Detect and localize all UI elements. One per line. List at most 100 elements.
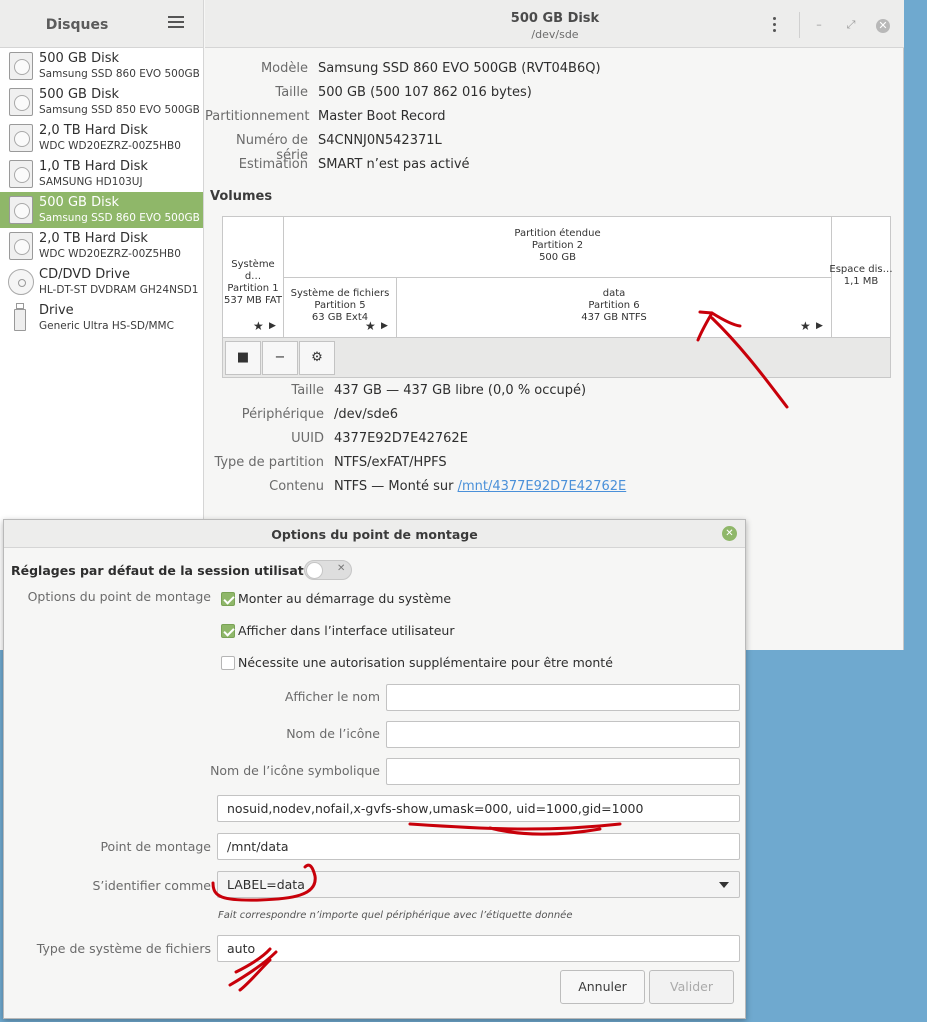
fs-type-label: Type de système de fichiers [36,941,211,956]
symbolic-icon-label: Nom de l’icône symbolique [210,763,380,778]
hard-disk-icon [9,160,33,188]
dialog-header: Options du point de montage ✕ [4,520,745,548]
volume-toolbar: ■ − ⚙ [223,337,890,377]
disk-model: WDC WD20EZRZ-00Z5HB0 [39,140,181,152]
disk-name: 2,0 TB Hard Disk [39,231,148,246]
device-value: /dev/sde6 [334,407,398,422]
partitioning-label: Partitionnement [205,109,310,124]
disk-model: WDC WD20EZRZ-00Z5HB0 [39,248,181,260]
model-label: Modèle [260,61,308,76]
partition-type-label: Type de partition [214,455,324,470]
contents-prefix: NTFS — Monté sur [334,479,458,494]
free-space-label: Espace dis… [829,264,893,275]
free-space-size: 1,1 MB [843,276,879,287]
partition-size: 500 GB [539,252,576,263]
partition-extended[interactable]: Partition étendue Partition 2 500 GB [284,228,831,264]
hamburger-menu-icon[interactable] [168,16,184,30]
sidebar-item-disk-1[interactable]: 500 GB Disk Samsung SSD 860 EVO 500GB [0,48,203,84]
dialog-close-icon[interactable]: ✕ [722,526,737,541]
model-value: Samsung SSD 860 EVO 500GB (RVT04B6Q) [318,61,601,76]
partition-size: 437 GB NTFS [581,312,647,323]
partition-1[interactable]: Système d… Partition 1 537 MB FAT [223,259,283,307]
startup-checkbox[interactable] [221,592,235,606]
kebab-menu-icon[interactable] [767,17,781,35]
disk-model: HL-DT-ST DVDRAM GH24NSD1 [39,284,199,296]
display-name-label: Afficher le nom [284,689,380,704]
partition-type: Système de fichiers [290,288,390,299]
identify-as-select[interactable]: LABEL=data [217,871,740,898]
star-icon: ★ [800,319,811,333]
close-button[interactable]: ✕ [876,19,890,33]
partition-5[interactable]: Système de fichiers Partition 5 63 GB Ex… [284,288,396,324]
divider [284,277,831,278]
sidebar-item-optical-drive[interactable]: CD/DVD Drive HL-DT-ST DVDRAM GH24NSD1 [0,264,203,300]
disk-name: CD/DVD Drive [39,267,130,282]
mount-options-input[interactable]: nosuid,nodev,nofail,x-gvfs-show,umask=00… [217,795,740,822]
partition-options-gear-icon[interactable]: ⚙ [299,341,335,375]
partition-number: Partition 6 [588,300,640,311]
disk-icon [9,88,33,116]
show-in-ui-checkbox[interactable] [221,624,235,638]
volumes-map: Système d… Partition 1 537 MB FAT ★ ▶ Pa… [222,216,893,378]
display-name-input[interactable] [386,684,740,711]
serial-value: S4CNNJ0N542371L [318,133,442,148]
toggle-off-icon: ✕ [337,563,346,574]
disk-icon [9,52,33,80]
mount-path-link[interactable]: /mnt/4377E92D7E42762E [458,479,627,494]
usb-drive-icon [14,303,26,333]
chevron-down-icon [719,882,729,888]
disk-model: Samsung SSD 850 EVO 500GB [39,104,200,116]
cancel-button[interactable]: Annuler [560,970,645,1004]
sidebar-header: Disques [0,0,203,48]
contents-value: NTFS — Monté sur /mnt/4377E92D7E42762E [334,479,626,494]
session-defaults-toggle[interactable]: ✕ [304,560,352,580]
icon-name-input[interactable] [386,721,740,748]
disk-name: 500 GB Disk [39,195,119,210]
minimize-button[interactable]: – [812,18,826,32]
assessment-value: SMART n’est pas activé [318,157,470,172]
star-icon: ★ [365,319,376,333]
hard-disk-icon [9,232,33,260]
sidebar-item-disk-5[interactable]: 500 GB Disk Samsung SSD 860 EVO 500GB [0,192,203,228]
part-size-label: Taille [291,383,324,398]
require-auth-checkbox[interactable] [221,656,235,670]
disk-name: 500 GB Disk [39,87,119,102]
partition-size: 63 GB Ext4 [311,312,369,323]
sidebar-item-disk-6[interactable]: 2,0 TB Hard Disk WDC WD20EZRZ-00Z5HB0 [0,228,203,264]
header-bar: 500 GB Disk /dev/sde – ⤢ ✕ [205,0,904,48]
partition-type-value: NTFS/exFAT/HPFS [334,455,447,470]
partition-number: Partition 2 [531,240,584,251]
sidebar-item-disk-3[interactable]: 2,0 TB Hard Disk WDC WD20EZRZ-00Z5HB0 [0,120,203,156]
toggle-knob [306,562,323,579]
play-icon: ▶ [816,321,823,331]
sidebar-item-card-reader[interactable]: Drive Generic Ultra HS-SD/MMC [0,300,203,336]
free-space[interactable]: Espace dis… 1,1 MB [829,264,893,288]
delete-partition-button[interactable]: − [262,341,298,375]
disk-name: 2,0 TB Hard Disk [39,123,148,138]
uuid-value: 4377E92D7E42762E [334,431,468,446]
session-defaults-label: Réglages par défaut de la session utilis… [11,563,328,578]
partition-label: data [602,288,626,299]
maximize-button[interactable]: ⤢ [844,18,858,32]
identify-hint: Fait correspondre n’importe quel périphé… [218,910,573,921]
star-icon: ★ [253,319,264,333]
unmount-button[interactable]: ■ [225,341,261,375]
disk-model: Samsung SSD 860 EVO 500GB [39,68,200,80]
partition-size: 537 MB FAT [224,295,282,306]
mount-point-input[interactable]: /mnt/data [217,833,740,860]
ok-button[interactable]: Valider [649,970,734,1004]
volumes-heading: Volumes [210,189,273,204]
header-separator [799,12,800,38]
window-title: 500 GB Disk [510,11,600,26]
partition-6[interactable]: data Partition 6 437 GB NTFS [397,288,831,324]
play-icon: ▶ [269,321,276,331]
partitioning-value: Master Boot Record [318,109,446,124]
sidebar-item-disk-4[interactable]: 1,0 TB Hard Disk SAMSUNG HD103UJ [0,156,203,192]
size-label: Taille [275,85,308,100]
fs-type-input[interactable]: auto [217,935,740,962]
disk-model: Generic Ultra HS-SD/MMC [39,320,174,332]
disk-name: 500 GB Disk [39,51,119,66]
partition-type: Système d… [231,259,275,282]
symbolic-icon-input[interactable] [386,758,740,785]
sidebar-item-disk-2[interactable]: 500 GB Disk Samsung SSD 850 EVO 500GB [0,84,203,120]
